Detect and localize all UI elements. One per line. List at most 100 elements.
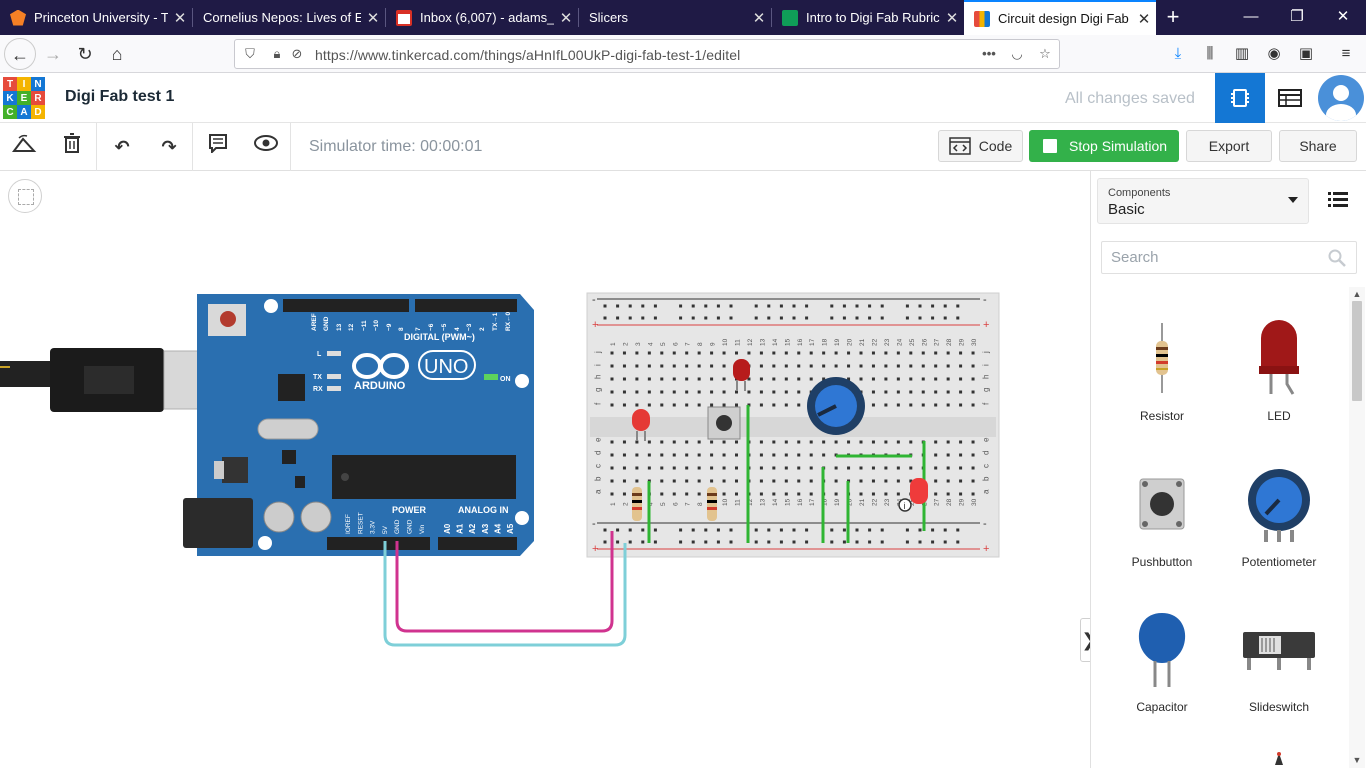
user-avatar[interactable] [1318, 75, 1364, 121]
breadboard-hole[interactable] [859, 377, 863, 381]
rail-hole[interactable] [767, 304, 771, 308]
breadboard-hole[interactable] [672, 466, 676, 470]
breadboard-hole[interactable] [896, 440, 900, 444]
component-pushbutton[interactable]: Pushbutton [1107, 459, 1217, 595]
component-slideswitch[interactable]: Slideswitch [1224, 604, 1334, 740]
breadboard-hole[interactable] [610, 403, 614, 407]
browser-tab-3[interactable]: Slicers ✕ [579, 0, 771, 35]
rail-hole[interactable] [716, 540, 720, 544]
rail-hole[interactable] [704, 540, 708, 544]
breadboard-hole[interactable] [797, 479, 801, 483]
rail-hole[interactable] [868, 540, 872, 544]
breadboard-hole[interactable] [697, 453, 701, 457]
breadboard-hole[interactable] [971, 453, 975, 457]
breadboard-hole[interactable] [759, 466, 763, 470]
breadboard-hole[interactable] [921, 364, 925, 368]
component-capacitor[interactable]: Capacitor [1107, 604, 1217, 740]
breadboard-hole[interactable] [622, 364, 626, 368]
components-dropdown[interactable]: Components Basic [1097, 178, 1309, 224]
breadboard-hole[interactable] [722, 351, 726, 355]
breadboard-hole[interactable] [710, 377, 714, 381]
breadboard-hole[interactable] [934, 351, 938, 355]
share-button[interactable]: Share [1279, 130, 1357, 162]
rail-hole[interactable] [905, 540, 909, 544]
breadboard-hole[interactable] [685, 479, 689, 483]
breadboard-hole[interactable] [859, 466, 863, 470]
breadboard-hole[interactable] [809, 377, 813, 381]
breadboard-hole[interactable] [959, 364, 963, 368]
breadboard-hole[interactable] [622, 440, 626, 444]
breadboard-hole[interactable] [884, 390, 888, 394]
breadboard-hole[interactable] [685, 351, 689, 355]
rail-hole[interactable] [653, 304, 657, 308]
breadboard-hole[interactable] [622, 492, 626, 496]
breadboard-hole[interactable] [747, 390, 751, 394]
breadboard-hole[interactable] [672, 453, 676, 457]
rail-hole[interactable] [830, 304, 834, 308]
rail-hole[interactable] [842, 528, 846, 532]
account-icon[interactable]: ◉ [1264, 44, 1284, 64]
breadboard-hole[interactable] [946, 377, 950, 381]
breadboard-hole[interactable] [809, 466, 813, 470]
breadboard-hole[interactable] [610, 390, 614, 394]
breadboard-hole[interactable] [971, 377, 975, 381]
breadboard-hole[interactable] [896, 377, 900, 381]
breadboard-hole[interactable] [921, 377, 925, 381]
rail-hole[interactable] [754, 528, 758, 532]
breadboard-hole[interactable] [934, 390, 938, 394]
rail-hole[interactable] [868, 304, 872, 308]
breadboard-hole[interactable] [660, 466, 664, 470]
rail-hole[interactable] [628, 540, 632, 544]
breadboard-hole[interactable] [896, 479, 900, 483]
breadboard-hole[interactable] [797, 390, 801, 394]
breadboard-hole[interactable] [622, 377, 626, 381]
breadboard-hole[interactable] [685, 453, 689, 457]
rail-hole[interactable] [918, 540, 922, 544]
breadboard-hole[interactable] [635, 403, 639, 407]
close-tab-icon[interactable]: ✕ [554, 9, 578, 27]
breadboard-hole[interactable] [946, 492, 950, 496]
rail-hole[interactable] [779, 528, 783, 532]
breadboard-hole[interactable] [660, 364, 664, 368]
browser-tab-1[interactable]: Cornelius Nepos: Lives of Em ✕ [193, 0, 385, 35]
new-tab-icon[interactable]: + [1160, 0, 1186, 35]
browser-tab-4[interactable]: Intro to Digi Fab Rubric - ✕ [772, 0, 964, 35]
breadboard-hole[interactable] [959, 440, 963, 444]
menu-icon[interactable]: ≡ [1336, 44, 1356, 64]
visibility-eye-icon[interactable] [252, 133, 280, 161]
breadboard-hole[interactable] [622, 351, 626, 355]
minimize-icon[interactable]: — [1228, 0, 1274, 35]
breadboard-hole[interactable] [809, 351, 813, 355]
breadboard-hole[interactable] [710, 390, 714, 394]
breadboard-hole[interactable] [847, 364, 851, 368]
page-actions-icon[interactable]: ••• [981, 46, 997, 62]
breadboard-hole[interactable] [959, 351, 963, 355]
breadboard-hole[interactable] [610, 440, 614, 444]
rail-hole[interactable] [931, 316, 935, 320]
breadboard-hole[interactable] [934, 440, 938, 444]
breadboard-hole[interactable] [784, 440, 788, 444]
breadboard-hole[interactable] [722, 453, 726, 457]
rail-hole[interactable] [792, 540, 796, 544]
component-led[interactable]: LED [1224, 313, 1334, 449]
rail-hole[interactable] [792, 528, 796, 532]
breadboard-hole[interactable] [797, 364, 801, 368]
rail-hole[interactable] [880, 316, 884, 320]
url-text[interactable]: https://www.tinkercad.com/things/aHnIfL0… [315, 47, 740, 63]
rail-hole[interactable] [842, 304, 846, 308]
rail-hole[interactable] [691, 540, 695, 544]
breadboard-hole[interactable] [959, 403, 963, 407]
rail-hole[interactable] [653, 528, 657, 532]
breadboard-hole[interactable] [710, 351, 714, 355]
breadboard-hole[interactable] [672, 364, 676, 368]
breadboard-hole[interactable] [971, 440, 975, 444]
rail-hole[interactable] [905, 304, 909, 308]
led-red-3[interactable] [910, 478, 928, 504]
rail-hole[interactable] [729, 528, 733, 532]
breadboard-hole[interactable] [697, 403, 701, 407]
breadboard-hole[interactable] [772, 377, 776, 381]
breadboard-hole[interactable] [647, 403, 651, 407]
breadboard-hole[interactable] [871, 377, 875, 381]
breadboard-hole[interactable] [847, 351, 851, 355]
rail-hole[interactable] [792, 304, 796, 308]
